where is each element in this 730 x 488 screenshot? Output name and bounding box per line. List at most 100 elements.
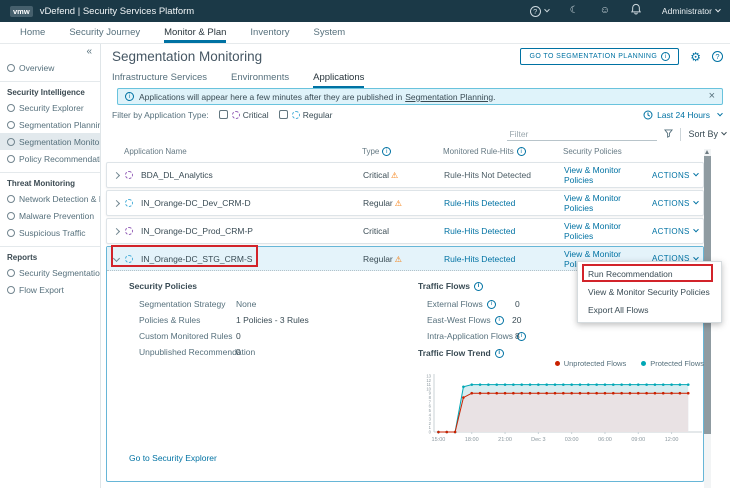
nav-inventory[interactable]: Inventory <box>250 22 289 43</box>
custom-monitored-rules-label: Custom Monitored Rules <box>139 331 233 341</box>
table-row[interactable]: IN_Orange-DC_Dev_CRM-D Regular⚠ Rule-Hit… <box>106 190 704 216</box>
go-to-segmentation-planning-button[interactable]: GO TO SEGMENTATION PLANNINGi <box>520 48 679 65</box>
expand-chevron-icon[interactable] <box>113 227 120 234</box>
svg-text:06:00: 06:00 <box>598 437 612 443</box>
collapse-chevron-icon[interactable] <box>113 255 120 262</box>
sidebar-group-reports: Reports <box>0 247 100 264</box>
application-name[interactable]: IN_Orange-DC_Dev_CRM-D <box>141 198 251 208</box>
external-flows-label: External Flowsi <box>427 299 496 309</box>
scrollbar-up-arrow[interactable] <box>705 150 709 154</box>
rule-hits-detected-link[interactable]: Rule-Hits Detected <box>439 198 559 208</box>
sidebar-item-policy-recommendations[interactable]: Policy Recommendations <box>0 150 100 167</box>
help-menu-button[interactable]: ? <box>530 6 549 17</box>
col-security-policies[interactable]: Security Policies <box>558 147 651 156</box>
chevron-down-icon <box>693 227 699 233</box>
application-name[interactable]: IN_Orange-DC_STG_CRM-S <box>141 254 252 264</box>
banner-segmentation-planning-link[interactable]: Segmentation Planning <box>405 92 493 102</box>
actions-dropdown[interactable]: ACTIONS <box>652 199 705 208</box>
policies-rules-label: Policies & Rules <box>139 315 200 325</box>
segmentation-monitoring-icon <box>7 138 15 146</box>
notifications-bell-icon[interactable] <box>631 2 641 20</box>
expand-chevron-icon[interactable] <box>113 171 120 178</box>
svg-text:10: 10 <box>426 386 431 391</box>
chevron-down-icon <box>721 130 727 136</box>
intra-application-flows-value[interactable]: 8 <box>515 331 520 341</box>
security-explorer-icon <box>7 104 15 112</box>
table-row[interactable]: IN_Orange-DC_Prod_CRM-P Critical Rule-Hi… <box>106 218 704 244</box>
sidebar-item-segmentation-planning[interactable]: Segmentation Planning <box>0 116 100 133</box>
expand-chevron-icon[interactable] <box>113 199 120 206</box>
chevron-down-icon <box>715 7 721 13</box>
nav-system[interactable]: System <box>314 22 346 43</box>
tab-applications[interactable]: Applications <box>313 71 364 88</box>
sidebar-item-suspicious-traffic[interactable]: Suspicious Traffic <box>0 224 100 241</box>
banner-close-icon[interactable]: × <box>709 91 715 102</box>
warning-icon: ⚠ <box>395 255 402 264</box>
flow-export-icon <box>7 286 15 294</box>
east-west-flows-value[interactable]: 20 <box>512 315 521 325</box>
col-type[interactable]: Typei <box>362 147 438 156</box>
warning-icon: ⚠ <box>395 199 402 208</box>
page-help-icon[interactable]: ? <box>712 51 723 62</box>
table-filter-input[interactable] <box>507 128 657 141</box>
application-name[interactable]: BDA_DL_Analytics <box>141 170 213 180</box>
warning-icon: ⚠ <box>391 171 398 180</box>
actions-dropdown[interactable]: ACTIONS <box>652 171 705 180</box>
info-icon: i <box>495 316 504 325</box>
view-monitor-policies-link[interactable]: View & Monitor Policies <box>559 193 652 213</box>
col-monitored-rule-hits[interactable]: Monitored Rule-Hitsi <box>438 147 558 156</box>
go-to-security-explorer-link[interactable]: Go to Security Explorer <box>129 453 217 463</box>
external-flows-value[interactable]: 0 <box>515 299 520 309</box>
dark-mode-moon-icon[interactable]: ☾ <box>570 6 579 16</box>
sidebar-item-network-detection[interactable]: Network Detection & Res... <box>0 190 100 207</box>
nav-security-journey[interactable]: Security Journey <box>69 22 140 43</box>
sidebar-item-security-segmentation-report[interactable]: Security Segmentation R... <box>0 264 100 281</box>
app-type: Regular <box>363 254 393 264</box>
info-icon: i <box>382 147 391 156</box>
critical-app-icon <box>125 227 133 235</box>
rule-hits-detected-link[interactable]: Rule-Hits Detected <box>439 254 559 264</box>
actions-dropdown[interactable]: ACTIONS <box>652 227 705 236</box>
regular-checkbox[interactable] <box>279 110 288 119</box>
critical-filter-option: Critical <box>232 110 269 120</box>
filter-funnel-icon[interactable] <box>664 125 673 143</box>
traffic-flow-trend-title: Traffic Flow Trendi <box>418 348 504 358</box>
info-icon: i <box>125 92 134 101</box>
menu-item-export-all-flows[interactable]: Export All Flows <box>578 301 721 319</box>
tab-environments[interactable]: Environments <box>231 71 289 88</box>
time-range-dropdown[interactable]: Last 24 Hours <box>643 110 722 120</box>
policies-rules-link[interactable]: 1 Policies - 3 Rules <box>236 315 309 325</box>
nav-monitor-plan[interactable]: Monitor & Plan <box>164 22 226 43</box>
svg-text:03:00: 03:00 <box>565 437 579 443</box>
col-application-name[interactable]: Application Name <box>124 147 362 156</box>
sidebar-item-malware-prevention[interactable]: Malware Prevention <box>0 207 100 224</box>
sidebar-item-flow-export[interactable]: Flow Export <box>0 281 100 298</box>
critical-checkbox[interactable] <box>219 110 228 119</box>
view-monitor-policies-link[interactable]: View & Monitor Policies <box>559 165 652 185</box>
user-menu[interactable]: Administrator <box>662 6 720 16</box>
rule-hits-detected-link[interactable]: Rule-Hits Detected <box>439 226 559 236</box>
feedback-smiley-icon[interactable]: ☺ <box>600 6 610 16</box>
nav-home[interactable]: Home <box>20 22 45 43</box>
settings-gear-icon[interactable]: ⚙ <box>690 51 701 63</box>
view-monitor-policies-link[interactable]: View & Monitor Policies <box>559 221 652 241</box>
application-name[interactable]: IN_Orange-DC_Prod_CRM-P <box>141 226 253 236</box>
svg-text:21:00: 21:00 <box>498 437 512 443</box>
sidebar-item-overview[interactable]: Overview <box>0 59 100 76</box>
sidebar-item-segmentation-monitoring[interactable]: Segmentation Monitoring <box>0 133 100 150</box>
divider <box>680 128 681 141</box>
svg-text:4: 4 <box>429 412 432 417</box>
svg-text:9: 9 <box>429 391 432 396</box>
svg-text:1: 1 <box>429 425 432 430</box>
sidebar-item-security-explorer[interactable]: Security Explorer <box>0 99 100 116</box>
table-row[interactable]: BDA_DL_Analytics Critical⚠ Rule-Hits Not… <box>106 162 704 188</box>
sidebar-collapse-icon[interactable]: « <box>0 44 100 59</box>
tab-infrastructure-services[interactable]: Infrastructure Services <box>112 71 207 88</box>
menu-item-view-monitor-security-policies[interactable]: View & Monitor Security Policies <box>578 283 721 301</box>
menu-item-run-recommendation[interactable]: Run Recommendation <box>578 265 721 283</box>
segmentation-strategy-value: None <box>236 299 256 309</box>
info-icon: i <box>474 282 483 291</box>
sidebar: « Overview Security Intelligence Securit… <box>0 44 101 488</box>
sort-by-dropdown[interactable]: Sort By <box>688 129 726 139</box>
help-icon: ? <box>530 6 541 17</box>
